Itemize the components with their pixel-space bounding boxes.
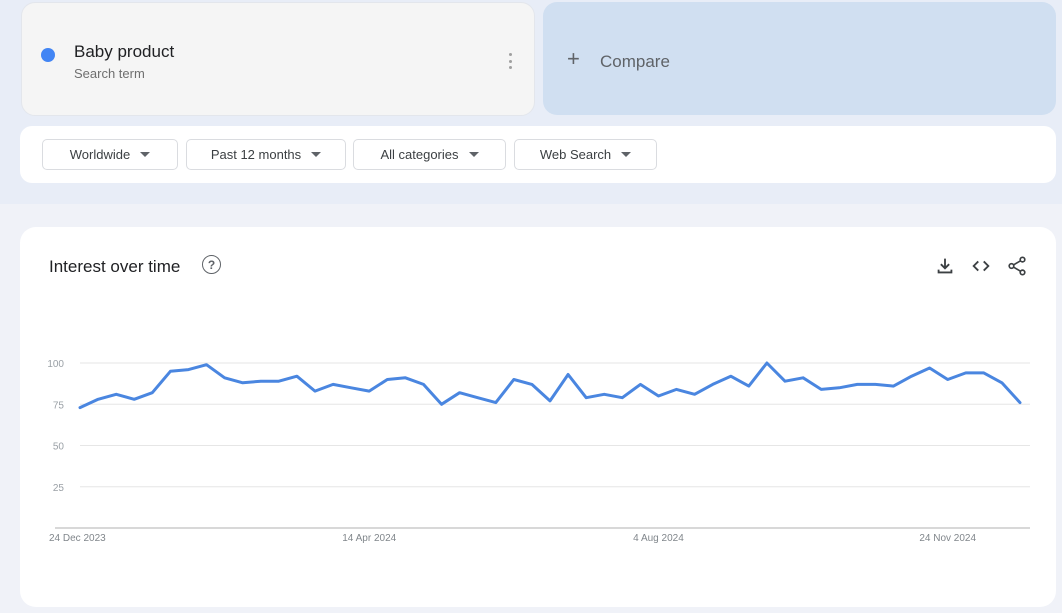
data-point[interactable]: [818, 386, 824, 392]
x-tick-label: 4 Aug 2024: [633, 533, 684, 544]
data-point[interactable]: [637, 381, 643, 387]
data-point[interactable]: [276, 378, 282, 384]
data-point[interactable]: [583, 395, 589, 401]
data-point[interactable]: [692, 391, 698, 397]
data-point[interactable]: [728, 373, 734, 379]
search-term-label: Baby product: [74, 42, 175, 61]
filter-bar: Worldwide Past 12 months All categories …: [20, 126, 1056, 183]
data-point[interactable]: [999, 380, 1005, 386]
x-tick-label: 14 Apr 2024: [342, 533, 396, 544]
data-point[interactable]: [402, 375, 408, 381]
y-tick-label: 50: [53, 442, 65, 453]
compare-button[interactable]: + Compare: [543, 2, 1056, 115]
data-point[interactable]: [312, 388, 318, 394]
caret-down-icon: [621, 152, 632, 157]
data-point[interactable]: [619, 395, 625, 401]
data-point[interactable]: [222, 375, 228, 381]
data-point[interactable]: [384, 377, 390, 383]
caret-down-icon: [468, 152, 479, 157]
data-point[interactable]: [854, 381, 860, 387]
data-point[interactable]: [258, 378, 264, 384]
data-point[interactable]: [800, 375, 806, 381]
search-term-card[interactable]: Baby product Search term: [21, 2, 535, 116]
y-tick-label: 25: [53, 483, 65, 494]
data-point[interactable]: [547, 398, 553, 404]
caret-down-icon: [311, 152, 322, 157]
data-point[interactable]: [963, 370, 969, 376]
filter-category[interactable]: All categories: [353, 139, 506, 170]
caret-down-icon: [140, 152, 151, 157]
filter-time-range[interactable]: Past 12 months: [186, 139, 346, 170]
data-point[interactable]: [366, 388, 372, 394]
data-point[interactable]: [601, 391, 607, 397]
data-point[interactable]: [1017, 400, 1023, 406]
data-point[interactable]: [746, 383, 752, 389]
data-point[interactable]: [348, 385, 354, 391]
compare-label: Compare: [600, 52, 670, 71]
filter-category-label: All categories: [380, 147, 459, 162]
data-point[interactable]: [240, 380, 246, 386]
data-point[interactable]: [475, 395, 481, 401]
data-point[interactable]: [149, 390, 155, 396]
data-point[interactable]: [131, 396, 137, 402]
data-point[interactable]: [782, 378, 788, 384]
data-point[interactable]: [511, 377, 517, 383]
data-point[interactable]: [909, 373, 915, 379]
data-point[interactable]: [981, 370, 987, 376]
filter-location-label: Worldwide: [69, 147, 131, 162]
series-color-dot: [41, 48, 55, 62]
search-term-type: Search term: [74, 66, 145, 81]
line-chart: 25 50 75 100 24 Dec 2023 14 Apr 2024 4 Aug 202…: [47, 359, 1030, 544]
data-point[interactable]: [204, 362, 210, 368]
data-point[interactable]: [185, 367, 191, 373]
more-vert-icon[interactable]: [508, 53, 512, 69]
data-point[interactable]: [457, 390, 463, 396]
data-point[interactable]: [294, 373, 300, 379]
data-point[interactable]: [493, 400, 499, 406]
data-point[interactable]: [674, 386, 680, 392]
data-point[interactable]: [836, 385, 842, 391]
data-point[interactable]: [167, 368, 173, 374]
data-point[interactable]: [945, 377, 951, 383]
data-point[interactable]: [420, 381, 426, 387]
data-point[interactable]: [565, 372, 571, 378]
data-point[interactable]: [872, 381, 878, 387]
data-point[interactable]: [710, 381, 716, 387]
filter-search-type[interactable]: Web Search: [514, 139, 657, 170]
data-point[interactable]: [95, 396, 101, 402]
data-point[interactable]: [927, 365, 933, 371]
filter-location[interactable]: Worldwide: [42, 139, 178, 170]
data-point[interactable]: [439, 401, 445, 407]
data-point[interactable]: [529, 381, 535, 387]
plus-icon: +: [567, 46, 580, 71]
x-tick-label: 24 Dec 2023: [49, 533, 106, 544]
y-tick-label: 75: [53, 400, 65, 411]
interest-over-time-card: Interest over time ? 25 50 75 100 24 Dec 202…: [20, 227, 1056, 607]
y-tick-label: 100: [47, 359, 64, 370]
data-point[interactable]: [113, 391, 119, 397]
filter-search-type-label: Web Search: [539, 147, 612, 162]
filter-time-range-label: Past 12 months: [210, 147, 302, 162]
data-point[interactable]: [764, 360, 770, 366]
data-point[interactable]: [330, 381, 336, 387]
data-point[interactable]: [890, 383, 896, 389]
x-tick-label: 24 Nov 2024: [919, 533, 976, 544]
data-point[interactable]: [77, 405, 83, 411]
data-point[interactable]: [655, 393, 661, 399]
